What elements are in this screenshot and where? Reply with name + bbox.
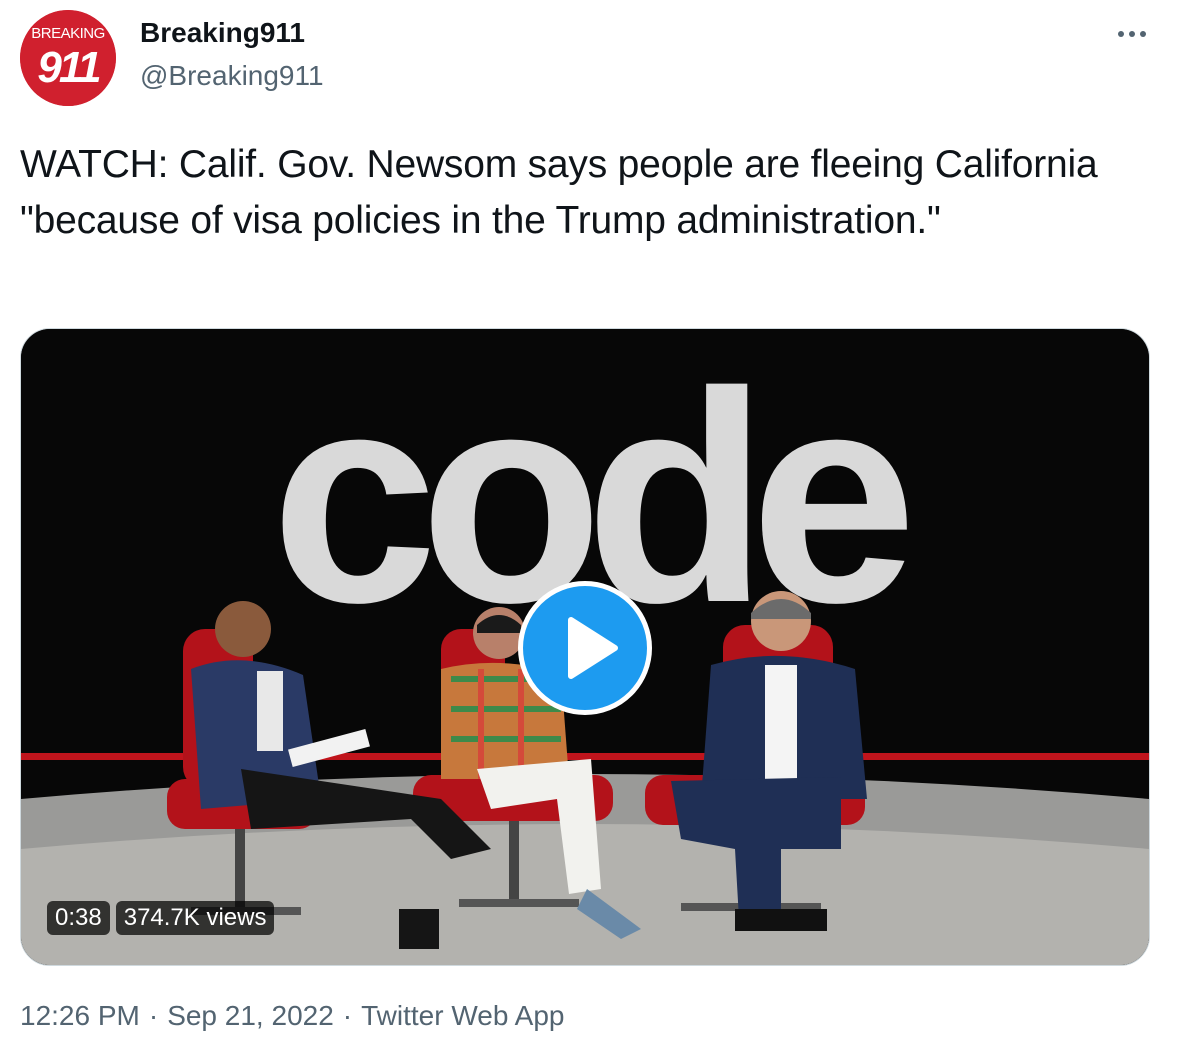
tweet-date[interactable]: Sep 21, 2022 <box>167 1000 334 1032</box>
breaking911-logo: BREAKING 911 <box>20 10 116 106</box>
author-name[interactable]: Breaking911 <box>140 17 305 49</box>
video-views: 374.7K views <box>115 901 275 935</box>
tweet-metadata: 12:26 PM · Sep 21, 2022 · Twitter Web App <box>20 1000 564 1032</box>
tweet-card: BREAKING 911 Breaking911 @Breaking911 WA… <box>0 0 1178 1064</box>
separator: · <box>342 1000 353 1031</box>
tweet-source[interactable]: Twitter Web App <box>361 1000 564 1032</box>
avatar-number: 911 <box>37 43 100 92</box>
video-player[interactable]: code 0:38 374.7K views <box>20 328 1150 966</box>
author-handle[interactable]: @Breaking911 <box>140 60 324 92</box>
tweet-text: WATCH: Calif. Gov. Newsom says people ar… <box>20 143 1098 242</box>
video-badges: 0:38 374.7K views <box>47 901 275 935</box>
separator: · <box>148 1000 159 1031</box>
video-duration: 0:38 <box>47 901 110 935</box>
play-button[interactable] <box>518 581 652 715</box>
more-horizontal-icon[interactable] <box>1112 14 1152 54</box>
play-icon <box>568 617 618 679</box>
author-avatar[interactable]: BREAKING 911 <box>20 10 116 106</box>
tweet-time[interactable]: 12:26 PM <box>20 1000 140 1032</box>
avatar-top-text: BREAKING <box>31 25 105 42</box>
